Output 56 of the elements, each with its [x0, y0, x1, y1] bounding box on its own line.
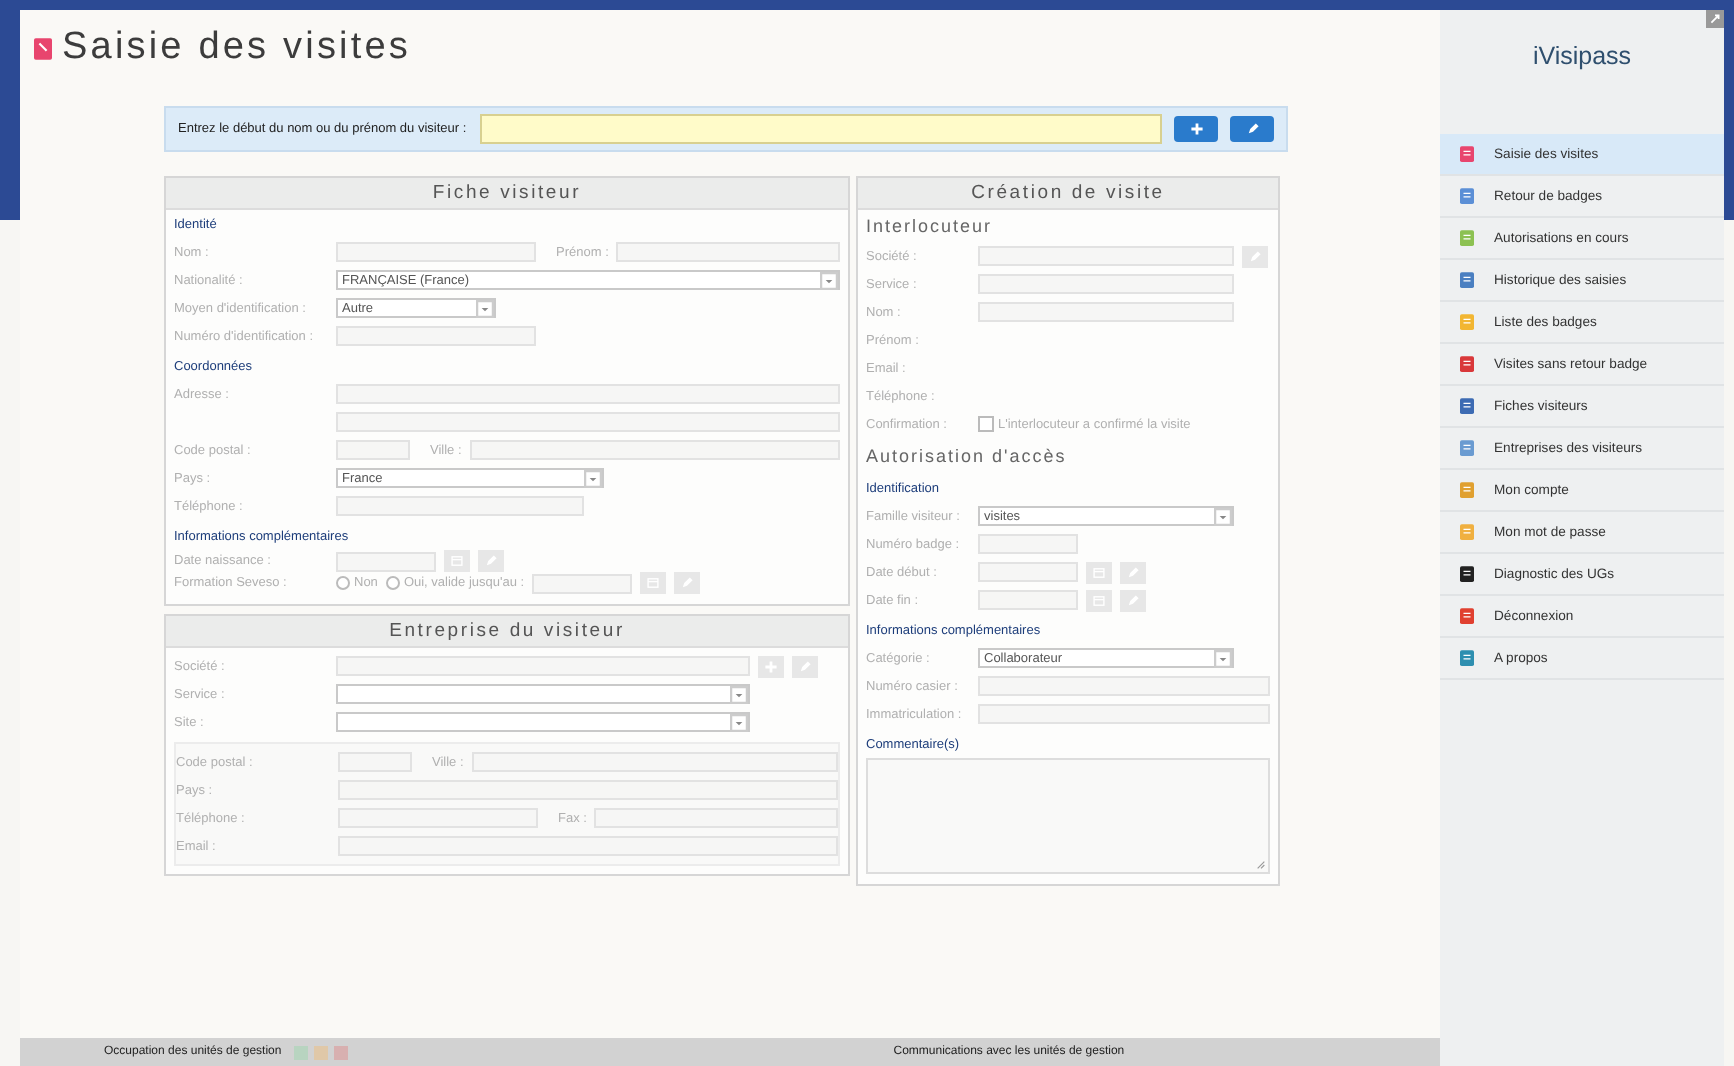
- calendar-icon: [646, 576, 661, 590]
- pencil-icon: [680, 576, 695, 590]
- pencil-icon: [798, 659, 812, 673]
- panel-header: Entreprise du visiteur: [166, 616, 848, 648]
- input-field[interactable]: [978, 676, 1270, 696]
- pencil-icon: [484, 554, 498, 568]
- input-field[interactable]: [978, 562, 1078, 582]
- input-field[interactable]: [336, 412, 840, 432]
- input-field[interactable]: [978, 302, 1234, 322]
- input-field[interactable]: [336, 242, 536, 262]
- input-field[interactable]: [336, 496, 584, 516]
- caret-icon: [730, 713, 748, 731]
- input-field[interactable]: [978, 534, 1078, 554]
- app-name: iVisipass: [1530, 42, 1634, 74]
- input-field[interactable]: [469, 440, 840, 460]
- search-field[interactable]: [480, 114, 1162, 144]
- section-heading: Autorisation d'accès: [866, 446, 1069, 466]
- input-field[interactable]: [978, 704, 1270, 724]
- plus-icon: [764, 659, 778, 673]
- dropdown[interactable]: [336, 684, 750, 704]
- panel-header: Fiche visiteur: [166, 178, 848, 210]
- input-field[interactable]: [532, 573, 633, 593]
- input-field[interactable]: [336, 326, 536, 346]
- input-field[interactable]: [471, 752, 838, 772]
- caret-icon: [584, 469, 602, 487]
- input-field[interactable]: [978, 246, 1234, 266]
- document-icon: [34, 37, 52, 59]
- plus-icon: [1189, 122, 1203, 136]
- input-field[interactable]: [336, 656, 750, 676]
- input-field[interactable]: [978, 590, 1078, 610]
- section-heading: Interlocuteur: [866, 216, 995, 236]
- input-field[interactable]: [616, 242, 840, 262]
- pencil-icon: [1248, 249, 1262, 263]
- pencil-icon: [1245, 122, 1259, 136]
- resize-grip-icon[interactable]: [1256, 860, 1266, 870]
- input-field[interactable]: [338, 836, 838, 856]
- caret-icon: [1214, 649, 1232, 667]
- dropdown[interactable]: [336, 712, 750, 732]
- caret-icon: [476, 299, 494, 317]
- comment-field[interactable]: [866, 758, 1270, 874]
- input-field[interactable]: [978, 274, 1234, 294]
- add-button[interactable]: [1174, 116, 1218, 142]
- input-field[interactable]: [594, 808, 838, 828]
- caret-icon: [1214, 507, 1232, 525]
- caret-icon: [820, 271, 838, 289]
- edit-button[interactable]: [1230, 116, 1274, 142]
- input-field[interactable]: [336, 551, 436, 571]
- caret-icon: [730, 685, 748, 703]
- input-field[interactable]: [338, 780, 838, 800]
- input-field[interactable]: [336, 440, 410, 460]
- calendar-icon: [1092, 593, 1106, 607]
- calendar-icon: [1092, 565, 1106, 579]
- panel-header: Création de visite: [858, 178, 1278, 210]
- input-field[interactable]: [336, 384, 840, 404]
- page-title: Saisie des visites: [62, 26, 412, 70]
- calendar-icon: [450, 554, 464, 568]
